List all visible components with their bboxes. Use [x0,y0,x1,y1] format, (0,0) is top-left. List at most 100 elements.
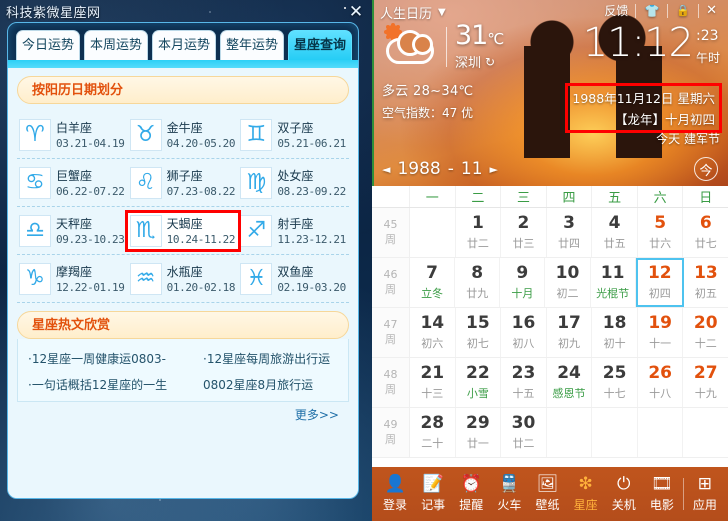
calendar-day[interactable]: 21 十三 [410,358,456,407]
day-number: 3 [563,213,575,234]
day-lunar-label: 立冬 [421,286,444,300]
calendar-day[interactable]: 15 初七 [456,308,502,357]
day-lunar-label: 初七 [466,336,489,350]
tray-button-label: 应用 [692,498,717,512]
calendar-day[interactable]: 13 初五 [684,258,728,307]
tray-button-train[interactable]: 🚆 火车 [490,475,528,513]
tab-year-fortune[interactable]: 整年运势 [220,30,284,60]
calendar-day[interactable]: 29 廿一 [456,408,502,457]
calendar-day[interactable]: 6 廿七 [683,208,728,257]
calendar-day[interactable]: 18 初十 [592,308,638,357]
day-lunar-label: 十九 [694,386,717,400]
zodiac-date: 12.22-01.19 [56,281,125,294]
calendar-day[interactable]: 8 廿九 [455,258,501,307]
tab-week-fortune[interactable]: 本周运势 [84,30,148,60]
calendar-day[interactable]: 19 十一 [638,308,684,357]
calendar-day[interactable]: 28 二十 [410,408,456,457]
month-label[interactable]: 11 [461,159,483,179]
scorpio-icon: ♏ [129,214,162,247]
divider [446,26,447,67]
calendar-day[interactable]: 1 廿二 [456,208,502,257]
refresh-icon[interactable]: ↻ [485,55,495,69]
calendar-day[interactable]: 24 感恩节 [547,358,593,407]
tab-today-fortune[interactable]: 今日运势 [16,30,80,60]
close-icon[interactable]: ✕ [346,2,366,22]
jump-to-today-button[interactable]: 今 [694,157,718,181]
calendar-day[interactable]: 23 十五 [501,358,547,407]
calendar-day[interactable]: 30 廿二 [501,408,547,457]
zodiac-item-leo[interactable]: ♌ 狮子座 07.23-08.22 [128,165,239,201]
zodiac-item-capricorn[interactable]: ♑ 摩羯座 12.22-01.19 [17,261,128,297]
zodiac-item-libra[interactable]: ♎ 天秤座 09.23-10.23 [17,213,128,249]
tray-button-label: 火车 [497,498,522,512]
tray-button-reminder[interactable]: ⏰ 提醒 [452,475,490,513]
prev-month-icon[interactable]: ◄ [382,163,390,176]
week-number: 48 周 [372,358,410,407]
tray-button-zodiac[interactable]: ❇ 星座 [567,475,605,513]
zodiac-item-aries[interactable]: ♈ 白羊座 03.21-04.19 [17,117,128,153]
calendar-week-row: 48 周 21 十三 22 小雪 23 十五 24 感恩节 25 十七 26 十八 27 十九 [372,358,728,408]
tray-button-wallpaper[interactable]: 🖼 壁纸 [528,475,566,513]
tray-button-apps[interactable]: ⊞ 应用 [686,475,724,513]
zodiac-name: 天秤座 [56,217,93,231]
close-icon[interactable]: ✕ [699,3,724,18]
day-lunar-label: 十三 [421,386,444,400]
week-number-value: 49 [383,417,398,431]
calendar-day[interactable]: 3 廿四 [547,208,593,257]
calendar-day[interactable]: 7 立冬 [410,258,456,307]
calendar-day[interactable]: 16 初八 [501,308,547,357]
tab-bar: 今日运势 本周运势 本月运势 整年运势 星座查询 [16,30,352,60]
selected-date-info: 1988年11月12日 星期六 【龙年】十月初四 [565,83,722,133]
zodiac-item-aquarius[interactable]: ♒ 水瓶座 01.20-02.18 [128,261,239,297]
calendar-day[interactable]: 27 十九 [683,358,728,407]
year-label[interactable]: 1988 [397,159,440,179]
weather-air-quality: 空气指数：47 优 [382,106,474,120]
zodiac-item-virgo[interactable]: ♍ 处女座 08.23-09.22 [238,165,349,201]
tray-button-shutdown[interactable]: ⏻ 关机 [605,475,643,513]
zodiac-item-sagittarius[interactable]: ♐ 射手座 11.23-12.21 [238,213,349,249]
chevron-down-icon[interactable]: ▼ [438,7,446,18]
calendar-day[interactable]: 20 十二 [683,308,728,357]
zodiac-item-gemini[interactable]: ♊ 双子座 05.21-06.21 [238,117,349,153]
calendar-day[interactable]: 22 小雪 [456,358,502,407]
zodiac-item-scorpio[interactable]: ♏ 天蝎座 10.24-11.22 [124,209,242,252]
tab-zodiac-search[interactable]: 星座查询 [288,30,352,60]
calendar-day[interactable]: 9 十月 [500,258,546,307]
calendar-day[interactable]: 10 初二 [545,258,591,307]
tray-button-login[interactable]: 👤 登录 [376,475,414,513]
calendar-day[interactable]: 25 十七 [592,358,638,407]
calendar-day[interactable]: 14 初六 [410,308,456,357]
calendar-day[interactable]: 26 十八 [638,358,684,407]
feedback-button[interactable]: 反馈 [597,2,635,19]
zodiac-item-cancer[interactable]: ♋ 巨蟹座 06.22-07.22 [17,165,128,201]
selected-date-lunar: 【龙年】十月初四 [614,112,715,127]
hot-link[interactable]: ·12星座每周旅游出行运 [203,350,330,367]
calendar-day[interactable]: 5 廿六 [638,208,684,257]
calendar-day[interactable]: 11 光棍节 [591,258,636,307]
calendar-day[interactable]: 17 初九 [547,308,593,357]
hot-link[interactable]: ·12星座一周健康运0803- [28,350,203,367]
partly-cloudy-icon [382,24,438,69]
calendar-day[interactable]: 4 廿五 [592,208,638,257]
skin-icon[interactable]: 👕 [636,4,667,18]
hero-banner: 人生日历 ▼ 反馈 👕 🔒 ✕ 31℃ 深圳 ↻ 多云 28~34℃ 空气指数：… [372,0,728,186]
hot-link[interactable]: 0802星座8月旅行运 [203,376,313,393]
zodiac-item-pisces[interactable]: ♓ 双鱼座 02.19-03.20 [238,261,349,297]
zodiac-name: 水瓶座 [166,265,203,279]
weekday-sat: 六 [638,186,684,207]
hot-link[interactable]: ·一句话概括12星座的一生 [28,376,203,393]
tray-button-movie[interactable]: 🎞 电影 [643,475,681,513]
tab-month-fortune[interactable]: 本月运势 [152,30,216,60]
weather-block[interactable]: 31℃ 深圳 ↻ 多云 28~34℃ 空气指数：47 优 [382,22,562,121]
calendar-day[interactable]: 12 初四 [635,258,684,307]
next-month-icon[interactable]: ► [490,163,498,176]
tray-button-notes[interactable]: 📝 记事 [414,475,452,513]
calendar-day[interactable]: 2 廿三 [501,208,547,257]
aries-icon: ♈ [19,118,51,151]
zodiac-item-taurus[interactable]: ♉ 金牛座 04.20-05.20 [128,117,239,153]
weekday-mon: 一 [410,186,456,207]
zodiac-date: 07.23-08.22 [166,185,236,198]
more-link[interactable]: 更多>> [295,408,339,422]
lock-icon[interactable]: 🔒 [668,4,698,17]
month-nav-bar: ◄ 1988 - 11 ► 今 [372,152,728,186]
